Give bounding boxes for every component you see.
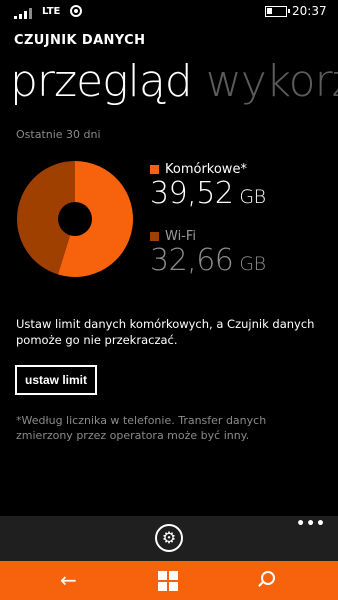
navigation-bar: ← xyxy=(0,561,338,600)
settings-button[interactable]: ⚙ xyxy=(155,524,183,552)
network-type: LTE xyxy=(42,6,61,17)
usage-donut-chart xyxy=(16,161,133,277)
pivot-tab-usage[interactable]: wykorz xyxy=(206,56,338,107)
cellular-value: 39,52 GB xyxy=(150,176,266,211)
signal-strength-icon xyxy=(14,7,36,19)
period-label: Ostatnie 30 dni xyxy=(16,128,101,141)
set-limit-button[interactable]: ustaw limit xyxy=(15,365,98,395)
wifi-unit: GB xyxy=(239,253,266,275)
windows-start-icon[interactable] xyxy=(158,571,178,591)
cellular-label: Komórkowe* xyxy=(165,162,247,177)
wifi-value: 32,66 GB xyxy=(150,243,266,278)
legend-wifi: Wi-Fi 32,66 GB xyxy=(150,226,266,278)
location-icon xyxy=(70,5,82,17)
app-bar: ⚙ ••• xyxy=(0,516,338,561)
donut-hole xyxy=(58,202,92,236)
footnote: *Według licznika w telefonie. Transfer d… xyxy=(16,414,267,442)
app-title: CZUJNIK DANYCH xyxy=(14,33,146,48)
back-arrow-icon[interactable]: ← xyxy=(60,568,77,592)
more-options-button[interactable]: ••• xyxy=(296,516,326,532)
legend-cellular: Komórkowe* 39,52 GB xyxy=(150,159,266,211)
clock: 20:37 xyxy=(292,4,327,18)
cellular-swatch xyxy=(150,165,159,174)
pivot-tab-overview[interactable]: przegląd xyxy=(10,56,193,107)
search-icon[interactable] xyxy=(261,571,275,585)
pivot-header: przegląd wykorz xyxy=(10,56,338,107)
status-bar: LTE 20:37 xyxy=(0,0,338,24)
wifi-label: Wi-Fi xyxy=(165,229,197,244)
cellular-unit: GB xyxy=(239,186,266,208)
wifi-swatch xyxy=(150,232,159,241)
wifi-amount: 32,66 xyxy=(150,243,234,278)
cellular-amount: 39,52 xyxy=(150,176,234,211)
battery-icon xyxy=(265,6,290,17)
gear-icon: ⚙ xyxy=(161,528,177,547)
limit-info-text: Ustaw limit danych komórkowych, a Czujni… xyxy=(16,317,315,347)
